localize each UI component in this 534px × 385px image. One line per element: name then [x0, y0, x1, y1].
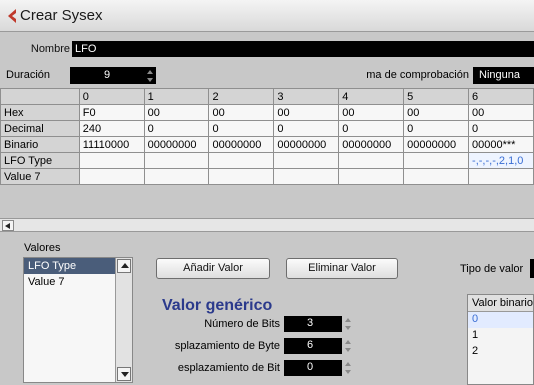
- table-cell[interactable]: 00000000: [208, 136, 275, 153]
- column-header: [0, 88, 80, 105]
- column-header: 4: [338, 88, 405, 105]
- byte-offset-field[interactable]: 6: [284, 338, 342, 354]
- table-cell[interactable]: [338, 152, 405, 169]
- name-label: Nombre: [30, 43, 70, 55]
- table-cell[interactable]: [273, 168, 340, 185]
- bit-offset-label: esplazamiento de Bit: [177, 362, 280, 374]
- window-title: Crear Sysex: [20, 7, 103, 24]
- table-cell[interactable]: 00000***: [468, 136, 534, 153]
- column-header: 1: [143, 88, 210, 105]
- list-item[interactable]: 1: [468, 328, 533, 344]
- duration-spinner-icon[interactable]: [146, 68, 154, 84]
- table-header-row: 0 1 2 3 4 5 6: [0, 88, 534, 105]
- row-label: Hex: [0, 104, 80, 121]
- column-header: 3: [273, 88, 340, 105]
- sysex-byte-table: 0 1 2 3 4 5 6 Hex F0 00 00 00 00 00 00 D…: [0, 88, 534, 185]
- table-cell[interactable]: 00: [208, 104, 275, 121]
- table-cell[interactable]: [403, 152, 470, 169]
- add-value-button[interactable]: Añadir Valor: [156, 258, 270, 279]
- table-cell[interactable]: 0: [143, 120, 210, 137]
- duration-label: Duración: [6, 69, 51, 81]
- scroll-down-icon[interactable]: [117, 367, 131, 381]
- scroll-left-icon[interactable]: [2, 220, 14, 231]
- table-cell[interactable]: [403, 168, 470, 185]
- table-cell[interactable]: [338, 168, 405, 185]
- binary-value-list[interactable]: Valor binario 0 1 2: [467, 294, 534, 385]
- table-cell[interactable]: 00: [338, 104, 405, 121]
- table-cell[interactable]: [468, 168, 534, 185]
- name-row: Nombre LFO: [0, 40, 534, 58]
- name-field[interactable]: LFO: [72, 41, 534, 57]
- table-cell[interactable]: 0: [403, 120, 470, 137]
- table-cell[interactable]: [273, 152, 340, 169]
- table-cell[interactable]: 00000000: [403, 136, 470, 153]
- table-cell[interactable]: [78, 168, 145, 185]
- row-label: Value 7: [0, 168, 80, 185]
- duration-row: Duración 9 ma de comprobación Ninguna: [0, 66, 534, 86]
- bit-offset-param: esplazamiento de Bit 0: [140, 360, 355, 377]
- byte-offset-label: splazamiento de Byte: [174, 340, 280, 352]
- table-cell[interactable]: F0: [78, 104, 145, 121]
- table-cell[interactable]: [208, 168, 275, 185]
- table-row: Binario 11110000 00000000 00000000 00000…: [0, 136, 534, 153]
- table-cell[interactable]: 0: [338, 120, 405, 137]
- table-cell[interactable]: 00: [273, 104, 340, 121]
- table-cell[interactable]: 00: [468, 104, 534, 121]
- table-cell-selected[interactable]: -,-,-,-,2,1,0: [468, 152, 534, 169]
- scroll-up-icon[interactable]: [117, 259, 131, 273]
- table-cell[interactable]: 0: [208, 120, 275, 137]
- remove-value-button[interactable]: Eliminar Valor: [286, 258, 398, 279]
- table-cell[interactable]: [78, 152, 145, 169]
- table-row: Decimal 240 0 0 0 0 0 0: [0, 120, 534, 137]
- vertical-scrollbar[interactable]: [115, 258, 132, 382]
- duration-field[interactable]: 9: [70, 67, 156, 84]
- table-cell[interactable]: 00000000: [273, 136, 340, 153]
- row-label: LFO Type: [0, 152, 80, 169]
- row-label: Binario: [0, 136, 80, 153]
- bits-spinner-icon[interactable]: [344, 316, 352, 332]
- values-list[interactable]: LFO Type Value 7: [23, 257, 133, 383]
- column-header: 6: [468, 88, 534, 105]
- table-cell[interactable]: [208, 152, 275, 169]
- bits-field[interactable]: 3: [284, 316, 342, 332]
- list-item[interactable]: 0: [468, 312, 533, 328]
- table-cell[interactable]: 00: [403, 104, 470, 121]
- table-row: LFO Type -,-,-,-,2,1,0: [0, 152, 534, 169]
- table-cell[interactable]: [143, 152, 210, 169]
- title-bar: Crear Sysex: [0, 0, 534, 32]
- table-cell[interactable]: 0: [273, 120, 340, 137]
- table-cell[interactable]: 240: [78, 120, 145, 137]
- horizontal-scrollbar[interactable]: [0, 218, 534, 232]
- bit-offset-spinner-icon[interactable]: [344, 360, 352, 376]
- generic-value-title: Valor genérico: [162, 297, 273, 314]
- table-cell[interactable]: 0: [468, 120, 534, 137]
- value-type-label: Tipo de valor: [460, 263, 524, 275]
- table-cell[interactable]: 00000000: [338, 136, 405, 153]
- column-header: 5: [403, 88, 470, 105]
- byte-offset-param: splazamiento de Byte 6: [140, 338, 355, 355]
- bits-param: Número de Bits 3: [140, 316, 355, 333]
- bit-offset-field[interactable]: 0: [284, 360, 342, 376]
- binary-value-header: Valor binario: [468, 295, 533, 312]
- checksum-field[interactable]: Ninguna: [473, 67, 534, 84]
- cubase-logo-icon: [8, 9, 16, 23]
- column-header: 0: [78, 88, 145, 105]
- values-label: Valores: [24, 242, 61, 254]
- value-type-field[interactable]: [530, 259, 534, 278]
- list-item[interactable]: 2: [468, 344, 533, 360]
- table-row: Hex F0 00 00 00 00 00 00: [0, 104, 534, 121]
- table-cell[interactable]: 11110000: [78, 136, 145, 153]
- byte-offset-spinner-icon[interactable]: [344, 338, 352, 354]
- table-cell[interactable]: 00: [143, 104, 210, 121]
- table-row: Value 7: [0, 168, 534, 185]
- checksum-label: ma de comprobación: [366, 69, 469, 81]
- column-header: 2: [208, 88, 275, 105]
- bits-label: Número de Bits: [204, 318, 280, 330]
- table-cell[interactable]: 00000000: [143, 136, 210, 153]
- table-cell[interactable]: [143, 168, 210, 185]
- row-label: Decimal: [0, 120, 80, 137]
